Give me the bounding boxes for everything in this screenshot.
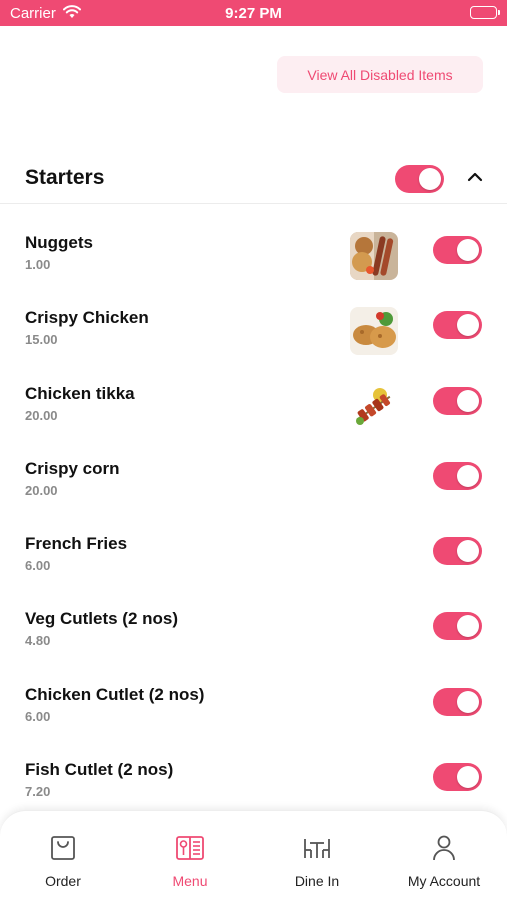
item-price: 6.00 bbox=[25, 708, 51, 724]
menu-item[interactable]: Nuggets 1.00 bbox=[0, 205, 507, 280]
item-toggle[interactable] bbox=[433, 537, 482, 566]
item-image bbox=[350, 307, 398, 356]
status-time: 9:27 PM bbox=[225, 5, 282, 22]
menu-item[interactable]: Crispy corn 20.00 bbox=[0, 431, 507, 506]
tab-dine-in[interactable]: Dine In bbox=[254, 811, 380, 900]
item-price: 1.00 bbox=[25, 257, 51, 272]
item-price: 15.00 bbox=[25, 332, 58, 348]
tab-my-account[interactable]: My Account bbox=[381, 811, 507, 900]
item-toggle[interactable] bbox=[433, 386, 482, 415]
tab-label: My Account bbox=[407, 873, 481, 889]
menu-item[interactable]: Crispy Chicken 15.00 bbox=[0, 280, 507, 356]
item-name: French Fries bbox=[25, 534, 128, 554]
item-price: 4.80 bbox=[25, 633, 51, 649]
item-image bbox=[350, 382, 398, 431]
item-image bbox=[350, 232, 398, 280]
view-all-disabled-items-button[interactable]: View All Disabled Items bbox=[277, 56, 483, 93]
section-toggle[interactable] bbox=[395, 165, 444, 193]
menu-item[interactable]: Veg Cutlets (2 nos) 4.80 bbox=[0, 581, 507, 656]
bottom-tab-bar: Order Menu Dine In My Account bbox=[0, 810, 507, 900]
item-toggle[interactable] bbox=[433, 763, 482, 792]
battery-icon bbox=[470, 6, 500, 19]
item-name: Veg Cutlets (2 nos) bbox=[25, 609, 179, 629]
section-title: Starters bbox=[25, 166, 105, 189]
tab-label: Menu bbox=[172, 873, 208, 889]
chevron-up-icon[interactable] bbox=[466, 170, 484, 184]
section-header-starters: Starters bbox=[0, 152, 507, 204]
item-toggle[interactable] bbox=[433, 236, 482, 264]
item-name: Crispy corn bbox=[25, 458, 120, 478]
dine-in-table-icon bbox=[302, 833, 332, 863]
item-price: 7.20 bbox=[25, 784, 51, 800]
item-name: Crispy Chicken bbox=[25, 308, 149, 328]
shopping-bag-icon bbox=[48, 833, 78, 863]
item-price: 20.00 bbox=[25, 482, 58, 498]
item-toggle[interactable] bbox=[433, 612, 482, 641]
tab-menu[interactable]: Menu bbox=[127, 811, 253, 900]
item-toggle[interactable] bbox=[433, 461, 482, 490]
tab-label: Order bbox=[45, 873, 81, 889]
item-toggle[interactable] bbox=[433, 687, 482, 716]
menu-book-icon bbox=[175, 833, 205, 863]
tab-label: Dine In bbox=[294, 873, 340, 889]
menu-item-list: Nuggets 1.00 Crispy Chicken 15.00 Chicke… bbox=[0, 205, 507, 807]
tab-order[interactable]: Order bbox=[0, 811, 126, 900]
item-price: 20.00 bbox=[25, 407, 58, 423]
item-price: 6.00 bbox=[25, 558, 51, 574]
menu-item[interactable]: French Fries 6.00 bbox=[0, 506, 507, 581]
menu-item[interactable]: Chicken tikka 20.00 bbox=[0, 356, 507, 431]
user-icon bbox=[429, 833, 459, 863]
item-name: Nuggets bbox=[25, 233, 93, 252]
item-name: Chicken Cutlet (2 nos) bbox=[25, 684, 205, 704]
menu-item[interactable]: Fish Cutlet (2 nos) 7.20 bbox=[0, 732, 507, 807]
item-toggle[interactable] bbox=[433, 311, 482, 340]
menu-item[interactable]: Chicken Cutlet (2 nos) 6.00 bbox=[0, 657, 507, 732]
status-bar: Carrier 9:27 PM bbox=[0, 0, 507, 26]
item-name: Chicken tikka bbox=[25, 383, 135, 403]
item-name: Fish Cutlet (2 nos) bbox=[25, 760, 174, 780]
